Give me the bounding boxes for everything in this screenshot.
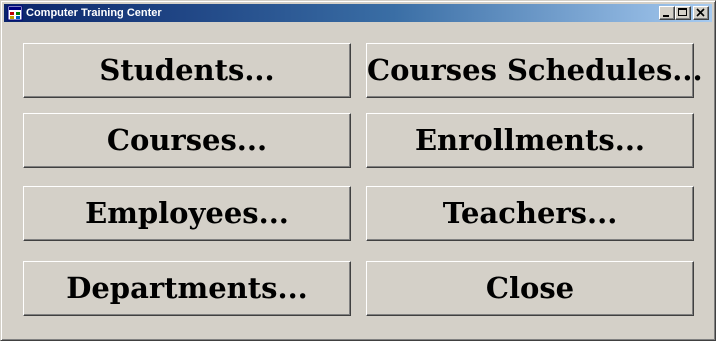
maximize-icon: [678, 8, 687, 16]
courses-button[interactable]: Courses...: [23, 113, 351, 168]
close-button[interactable]: Close: [366, 261, 694, 316]
title-bar[interactable]: Computer Training Center: [4, 4, 712, 22]
app-form-icon[interactable]: [7, 5, 23, 21]
minimize-icon: [663, 15, 669, 17]
enrollments-button[interactable]: Enrollments...: [366, 113, 694, 168]
window-title: Computer Training Center: [26, 7, 162, 19]
employees-button[interactable]: Employees...: [23, 186, 351, 241]
close-window-button[interactable]: [693, 6, 709, 20]
minimize-button[interactable]: [659, 6, 675, 20]
departments-button[interactable]: Departments...: [23, 261, 351, 316]
teachers-button[interactable]: Teachers...: [366, 186, 694, 241]
close-icon: [696, 8, 705, 17]
main-window: Computer Training Center Students... Cou…: [0, 0, 716, 341]
courses-schedules-button[interactable]: Courses Schedules...: [366, 43, 703, 98]
maximize-button[interactable]: [675, 6, 691, 20]
students-button[interactable]: Students...: [23, 43, 351, 98]
